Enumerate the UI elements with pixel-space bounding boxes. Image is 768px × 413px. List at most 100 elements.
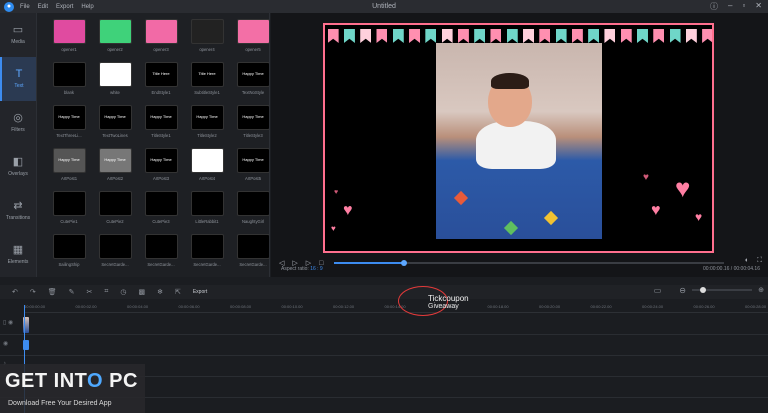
template-thumbnail: Happy Time (52, 105, 86, 130)
site-badge: GET INTO PC Download Free Your Desired A… (0, 364, 145, 413)
template-item[interactable]: Happy Time TextNoStyle (231, 62, 269, 105)
track-visibility-icon[interactable]: ◉ (8, 320, 13, 326)
zoom-handle[interactable] (700, 287, 706, 293)
template-label: TitleStyle2 (197, 133, 217, 138)
bunting-flag (392, 29, 404, 43)
sidebar-item-text[interactable]: T Text (0, 57, 36, 101)
template-item[interactable]: Happy Time ArtPost3 (139, 148, 183, 191)
minimize-icon[interactable]: – (728, 1, 732, 12)
template-item[interactable]: white (93, 62, 137, 105)
template-item[interactable]: blank (47, 62, 91, 105)
template-label: NaughtyGirl (241, 219, 265, 224)
edit-icon[interactable]: ✎ (69, 288, 75, 296)
aspect-ratio: Aspect ratio: 16 : 9 (281, 266, 323, 272)
template-label: ArtPost1 (60, 176, 78, 181)
aspect-ratio-label: Aspect ratio: (281, 266, 309, 272)
template-item[interactable]: NaughtyGirl (231, 191, 269, 234)
template-item[interactable]: opener3 (139, 19, 183, 62)
timeline-ruler[interactable]: 00:00:00.00 00:00:02.00 00:00:04.00 00:00:0… (24, 303, 768, 313)
template-item[interactable]: opener4 (185, 19, 229, 62)
text-track[interactable]: ◉ (0, 336, 768, 356)
menu-edit[interactable]: Edit (38, 4, 48, 10)
template-item[interactable]: Title Here EndStyle1 (139, 62, 183, 105)
track-controls: ▯ ◉ (3, 319, 13, 326)
template-item[interactable]: SailingShip (47, 234, 91, 277)
template-label: SubtitleStyle1 (194, 90, 220, 95)
menu-export[interactable]: Export (56, 4, 73, 10)
template-item[interactable]: Happy Time ArtPost1 (47, 148, 91, 191)
template-item[interactable]: Happy Time TextThreeLi... (47, 105, 91, 148)
template-label: opener2 (107, 47, 123, 52)
ruler-tick-label: 00:00:26.00 (693, 304, 715, 309)
sidebar-item-overlays[interactable]: ◧ Overlays (0, 145, 36, 189)
heart-decoration-icon: ♥ (334, 189, 339, 196)
template-item[interactable]: Happy Time ArtPost5 (231, 148, 269, 191)
menu-file[interactable]: File (20, 4, 30, 10)
sidebar-item-media[interactable]: ▭ Media (0, 13, 36, 57)
template-item[interactable]: SecretGarde... (139, 234, 183, 277)
template-thumbnail (98, 62, 132, 87)
template-item[interactable]: LittleRabbit1 (185, 191, 229, 234)
template-item[interactable]: CutePie1 (47, 191, 91, 234)
template-thumbnail: Happy Time (98, 148, 132, 173)
bunting-flag (506, 29, 518, 43)
bunting-flag (523, 29, 535, 43)
export-button[interactable]: Export (193, 289, 207, 295)
template-item[interactable]: SecretGarde... (231, 234, 269, 277)
bunting-flag (620, 29, 632, 43)
freeze-icon[interactable]: ❄ (157, 288, 163, 296)
zoom-in-icon[interactable]: ⊕ (758, 286, 764, 294)
template-item[interactable]: Title Here SubtitleStyle1 (185, 62, 229, 105)
split-icon[interactable]: ✂ (87, 288, 93, 296)
export-icon[interactable]: ⇱ (175, 288, 181, 296)
aspect-ratio-value[interactable]: 16 : 9 (310, 266, 323, 272)
sidebar-item-label: Elements (7, 259, 29, 265)
video-track[interactable]: ▯ ◉ (0, 315, 768, 335)
template-item[interactable]: opener5 (231, 19, 269, 62)
redo-icon[interactable]: ↷ (30, 288, 36, 296)
template-item[interactable]: Happy Time TitleStyle2 (185, 105, 229, 148)
template-item[interactable]: CutePie3 (139, 191, 183, 234)
template-thumbnail (190, 19, 224, 44)
delete-icon[interactable]: 🗑 (48, 288, 57, 296)
bunting-flag (327, 29, 339, 43)
close-icon[interactable]: ✕ (755, 1, 762, 12)
template-item[interactable]: CutePie2 (93, 191, 137, 234)
zoom-out-icon[interactable]: ⊖ (679, 286, 686, 295)
menu-help[interactable]: Help (81, 4, 93, 10)
maximize-icon[interactable]: ▫ (742, 1, 745, 12)
bunting-flag (441, 29, 453, 43)
ruler-tick-label: 00:00:02.00 (75, 304, 97, 309)
template-item[interactable]: Happy Time TitleStyle3 (231, 105, 269, 148)
rug-pattern (503, 220, 519, 236)
template-item[interactable]: Happy Time TitleStyle1 (139, 105, 183, 148)
info-icon[interactable]: ⓘ (710, 1, 718, 12)
fit-icon[interactable]: ▭ (654, 286, 662, 295)
track-visibility-icon[interactable]: ◉ (3, 341, 8, 347)
scrubber-handle[interactable] (401, 260, 408, 266)
template-item[interactable]: Happy Time ArtPost2 (93, 148, 137, 191)
mosaic-icon[interactable]: ▩ (138, 288, 145, 296)
template-item[interactable]: opener1 (47, 19, 91, 62)
template-item[interactable]: SecretGarde... (93, 234, 137, 277)
fullscreen-icon[interactable]: ⛶ (757, 257, 762, 265)
timeline-zoom-slider[interactable] (692, 287, 752, 293)
crop-icon[interactable]: ⌗ (104, 288, 108, 296)
bunting-flag (669, 29, 681, 43)
template-item[interactable]: opener2 (93, 19, 137, 62)
duration-icon[interactable]: ◷ (120, 288, 126, 296)
template-item[interactable]: ArtPost4 (185, 148, 229, 191)
elements-icon: ▦ (12, 244, 24, 256)
template-item[interactable]: Happy Time TextTwoLines (93, 105, 137, 148)
template-item[interactable]: SecretGarde... (185, 234, 229, 277)
sidebar-item-transitions[interactable]: ⇄ Transitions (0, 189, 36, 233)
ruler-tick-label: 00:00:18.00 (487, 304, 509, 309)
snapshot-icon[interactable]: ◐ (745, 257, 749, 265)
sidebar-item-filters[interactable]: ◎ Filters (0, 101, 36, 145)
playback-scrubber[interactable] (334, 260, 724, 266)
track-lock-icon[interactable]: ▯ (3, 320, 6, 326)
template-thumbnail (144, 191, 178, 216)
undo-icon[interactable]: ↶ (12, 288, 18, 296)
sidebar-item-elements[interactable]: ▦ Elements (0, 233, 36, 277)
bunting-flag (474, 29, 486, 43)
